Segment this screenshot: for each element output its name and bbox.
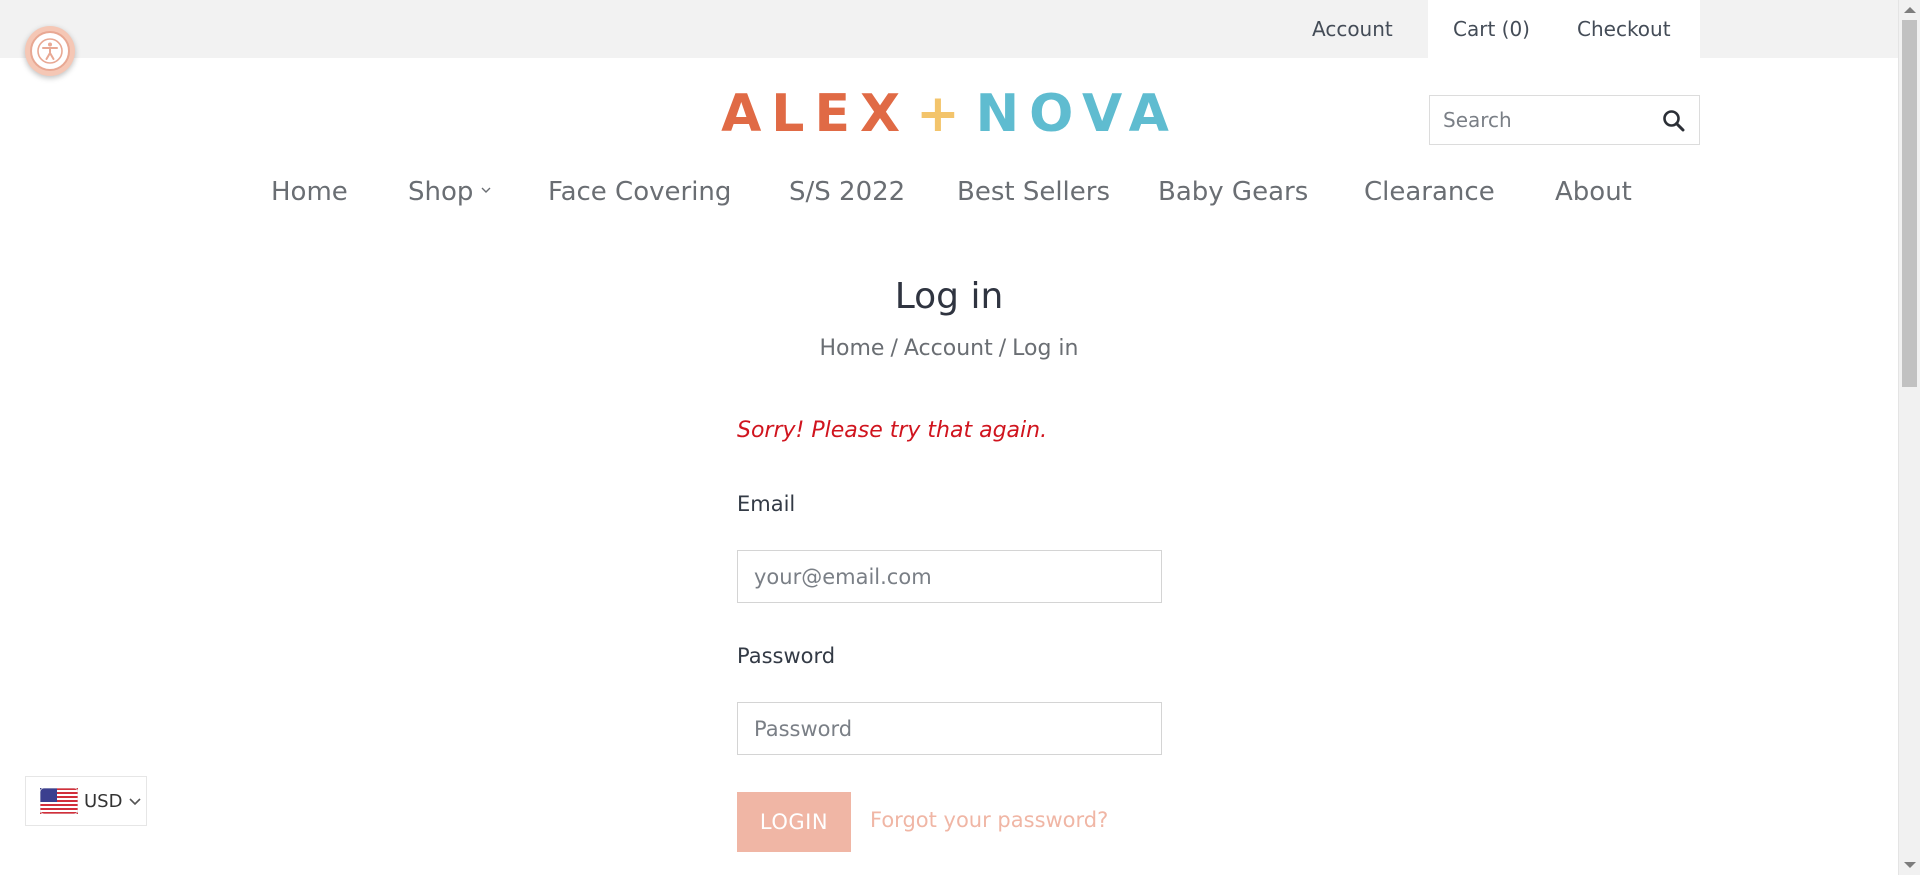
logo-alex: ALEX [721,84,911,144]
nav-best-sellers[interactable]: Best Sellers [957,174,1110,210]
scrollbar-thumb[interactable] [1902,20,1917,387]
currency-selector[interactable]: USD [25,776,147,826]
breadcrumb-current: Log in [1012,336,1079,361]
logo-plus: + [916,84,970,144]
nav-shop[interactable]: Shop [408,174,493,210]
forgot-password-link[interactable]: Forgot your password? [870,808,1108,832]
us-flag-icon [40,788,78,814]
cart-label: Cart (0) [1453,17,1530,41]
checkout-link[interactable]: Checkout [1577,0,1671,58]
error-message: Sorry! Please try that again. [737,418,1048,443]
breadcrumb-separator: / [998,336,1007,361]
search-input[interactable] [1430,96,1650,144]
breadcrumb-separator: / [890,336,898,361]
email-label: Email [737,492,796,516]
chevron-down-icon [129,798,142,806]
page-title: Log in [894,276,1004,317]
chevron-down-icon [481,187,491,193]
nav-baby-gears[interactable]: Baby Gears [1158,174,1308,210]
account-link[interactable]: Account [1312,0,1393,58]
nav-clearance[interactable]: Clearance [1364,174,1495,210]
login-button[interactable]: LOGIN [737,792,851,852]
search-box [1429,95,1700,145]
accessibility-button[interactable] [25,26,75,76]
breadcrumb: Home / Account / Log in [0,336,1898,361]
store-logo[interactable]: ALEX + NOVA [721,84,1169,144]
scroll-down-arrow-icon[interactable] [1904,862,1916,868]
scroll-up-arrow-icon[interactable] [1904,7,1916,13]
search-icon[interactable] [1661,108,1687,134]
breadcrumb-account[interactable]: Account [904,336,993,361]
nav-ss-2022[interactable]: S/S 2022 [789,174,905,210]
logo-nova: NOVA [975,84,1179,144]
email-field[interactable] [737,550,1162,603]
accessibility-icon [30,31,70,71]
password-field[interactable] [737,702,1162,755]
nav-about[interactable]: About [1555,174,1632,210]
password-label: Password [737,644,836,668]
nav-face-covering[interactable]: Face Covering [548,174,731,210]
nav-home[interactable]: Home [271,174,348,210]
breadcrumb-home[interactable]: Home [820,336,885,361]
currency-code: USD [84,790,123,812]
nav-shop-label: Shop [408,177,474,207]
page-scrollbar[interactable] [1898,0,1920,875]
top-utility-bar: Account Cart (0) Checkout [0,0,1898,58]
